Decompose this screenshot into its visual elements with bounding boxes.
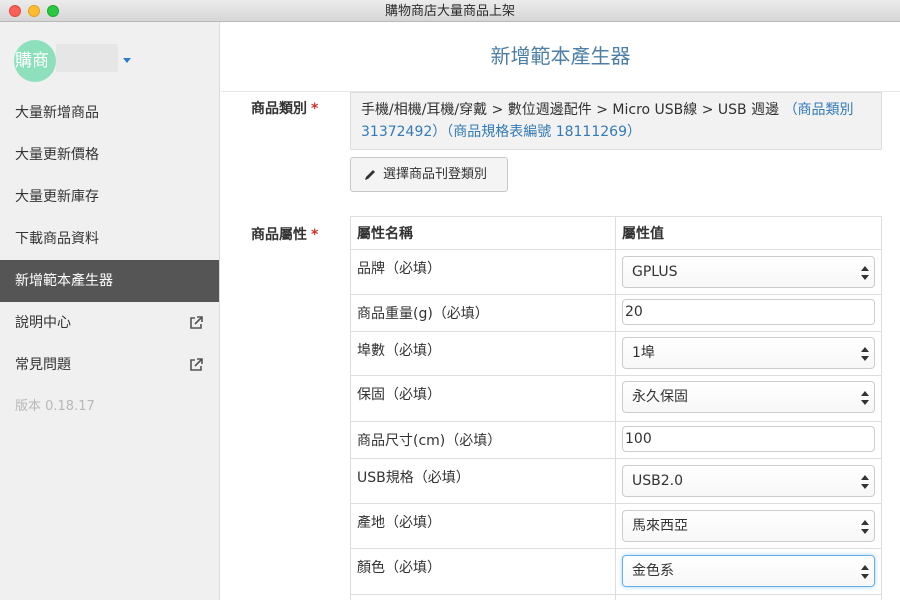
sidebar-item-help-center[interactable]: 說明中心 — [0, 302, 219, 344]
attribute-value-cell: 永久保固 — [615, 375, 882, 422]
select-value: USB2.0 — [632, 473, 684, 489]
table-row: 顏色（必填） 金色系 — [350, 548, 882, 595]
version-label: 版本 0.18.17 — [15, 399, 95, 414]
category-path: 手機/相機/耳機/穿戴 > 數位週邊配件 > Micro USB線 > USB … — [361, 102, 780, 118]
attribute-value-cell: GPLUS — [615, 249, 882, 295]
attribute-name: USB規格（必填） — [350, 458, 616, 504]
attributes-label: 商品屬性 * — [251, 224, 318, 244]
maximize-window-button[interactable] — [47, 5, 59, 17]
external-link-icon — [190, 358, 203, 371]
sidebar-item-label: 大量更新價格 — [15, 147, 99, 163]
size-input[interactable]: 100 — [622, 426, 875, 452]
window-title: 購物商店大量商品上架 — [384, 4, 515, 19]
table-row: USB規格（必填） USB2.0 — [350, 458, 882, 504]
user-name-redacted — [56, 44, 118, 72]
required-mark: * — [311, 101, 319, 117]
page-title: 新增範本產生器 — [221, 22, 900, 92]
table-row: 商品尺寸(cm)（必填） 100 — [350, 421, 882, 459]
attribute-name: 產地（必填） — [350, 503, 616, 549]
category-label-text: 商品類別 — [251, 101, 307, 117]
attribute-name: 品牌（必填） — [350, 249, 616, 295]
select-value: GPLUS — [632, 264, 678, 280]
sidebar-item-label: 新增範本產生器 — [15, 273, 113, 289]
external-link-icon — [190, 316, 203, 329]
select-value: 1埠 — [632, 345, 655, 361]
attribute-value-cell: 100 — [615, 421, 882, 459]
user-menu[interactable]: 購商 — [0, 22, 219, 92]
select-arrows-icon — [861, 347, 869, 361]
select-arrows-icon — [861, 266, 869, 280]
brand-select[interactable]: GPLUS — [622, 256, 875, 288]
category-path-box: 手機/相機/耳機/穿戴 > 數位週邊配件 > Micro USB線 > USB … — [350, 92, 882, 150]
attribute-name-empty — [350, 594, 616, 600]
attribute-name: 商品尺寸(cm)（必填） — [350, 421, 616, 459]
column-header-value: 屬性值 — [615, 216, 882, 250]
table-row: 商品重量(g)（必填） 20 — [350, 294, 882, 332]
sidebar: 購商 大量新增商品 大量更新價格 大量更新庫存 下載商品資料 新增範本產生器 說… — [0, 22, 220, 600]
attribute-value-cell: 金色系 — [615, 548, 882, 595]
chevron-down-icon[interactable] — [123, 58, 131, 63]
required-mark: * — [311, 227, 319, 243]
attribute-value-cell: 20 — [615, 294, 882, 332]
sidebar-item-download[interactable]: 下載商品資料 — [0, 218, 219, 260]
avatar[interactable]: 購商 — [14, 40, 56, 82]
choose-category-button[interactable]: 選擇商品刊登類別 — [350, 157, 508, 192]
spec-table-link[interactable]: （商品規格表編號 18111269） — [446, 124, 641, 140]
attribute-name: 保固（必填） — [350, 375, 616, 422]
select-value: 永久保固 — [632, 389, 688, 405]
color-select[interactable]: 金色系 — [622, 555, 875, 587]
sidebar-item-bulk-stock[interactable]: 大量更新庫存 — [0, 176, 219, 218]
select-arrows-icon — [861, 475, 869, 489]
attribute-name: 商品重量(g)（必填） — [350, 294, 616, 332]
attribute-value-cell — [615, 594, 882, 600]
table-row — [350, 594, 882, 600]
attributes-table: 屬性名稱 屬性值 品牌（必填） GPLUS 商品重量(g)（必填） 20 埠數（… — [350, 216, 882, 600]
pencil-icon — [365, 170, 375, 180]
warranty-select[interactable]: 永久保固 — [622, 381, 875, 413]
select-value: 金色系 — [632, 563, 674, 579]
sidebar-item-label: 下載商品資料 — [15, 231, 99, 247]
table-row: 品牌（必填） GPLUS — [350, 249, 882, 295]
attribute-value-cell: 1埠 — [615, 331, 882, 376]
sidebar-item-label: 說明中心 — [15, 315, 71, 331]
attribute-value-cell: 馬來西亞 — [615, 503, 882, 549]
select-arrows-icon — [861, 520, 869, 534]
select-value: 馬來西亞 — [632, 518, 688, 534]
sidebar-item-bulk-price[interactable]: 大量更新價格 — [0, 134, 219, 176]
column-header-name: 屬性名稱 — [350, 216, 616, 250]
close-window-button[interactable] — [9, 5, 21, 17]
usb-spec-select[interactable]: USB2.0 — [622, 465, 875, 497]
sidebar-item-label: 大量更新庫存 — [15, 189, 99, 205]
attribute-name: 埠數（必填） — [350, 331, 616, 376]
sidebar-item-label: 常見問題 — [15, 357, 71, 373]
sidebar-item-bulk-add[interactable]: 大量新增商品 — [0, 92, 219, 134]
table-row: 產地（必填） 馬來西亞 — [350, 503, 882, 549]
attribute-name: 顏色（必填） — [350, 548, 616, 595]
weight-input[interactable]: 20 — [622, 299, 875, 325]
choose-category-label: 選擇商品刊登類別 — [383, 167, 488, 182]
sidebar-item-label: 大量新增商品 — [15, 105, 99, 121]
origin-select[interactable]: 馬來西亞 — [622, 510, 875, 542]
sidebar-item-template-generator[interactable]: 新增範本產生器 — [0, 260, 219, 302]
attributes-label-text: 商品屬性 — [251, 227, 307, 243]
select-arrows-icon — [861, 565, 869, 579]
minimize-window-button[interactable] — [28, 5, 40, 17]
table-row: 埠數（必填） 1埠 — [350, 331, 882, 376]
table-header-row: 屬性名稱 屬性值 — [350, 216, 882, 250]
title-bar: 購物商店大量商品上架 — [0, 0, 900, 22]
table-row: 保固（必填） 永久保固 — [350, 375, 882, 422]
ports-select[interactable]: 1埠 — [622, 337, 875, 369]
attribute-value-cell: USB2.0 — [615, 458, 882, 504]
main-content: 新增範本產生器 商品類別 * 手機/相機/耳機/穿戴 > 數位週邊配件 > Mic… — [221, 22, 900, 600]
category-label: 商品類別 * — [251, 98, 318, 118]
sidebar-item-faq[interactable]: 常見問題 — [0, 344, 219, 386]
select-arrows-icon — [861, 391, 869, 405]
